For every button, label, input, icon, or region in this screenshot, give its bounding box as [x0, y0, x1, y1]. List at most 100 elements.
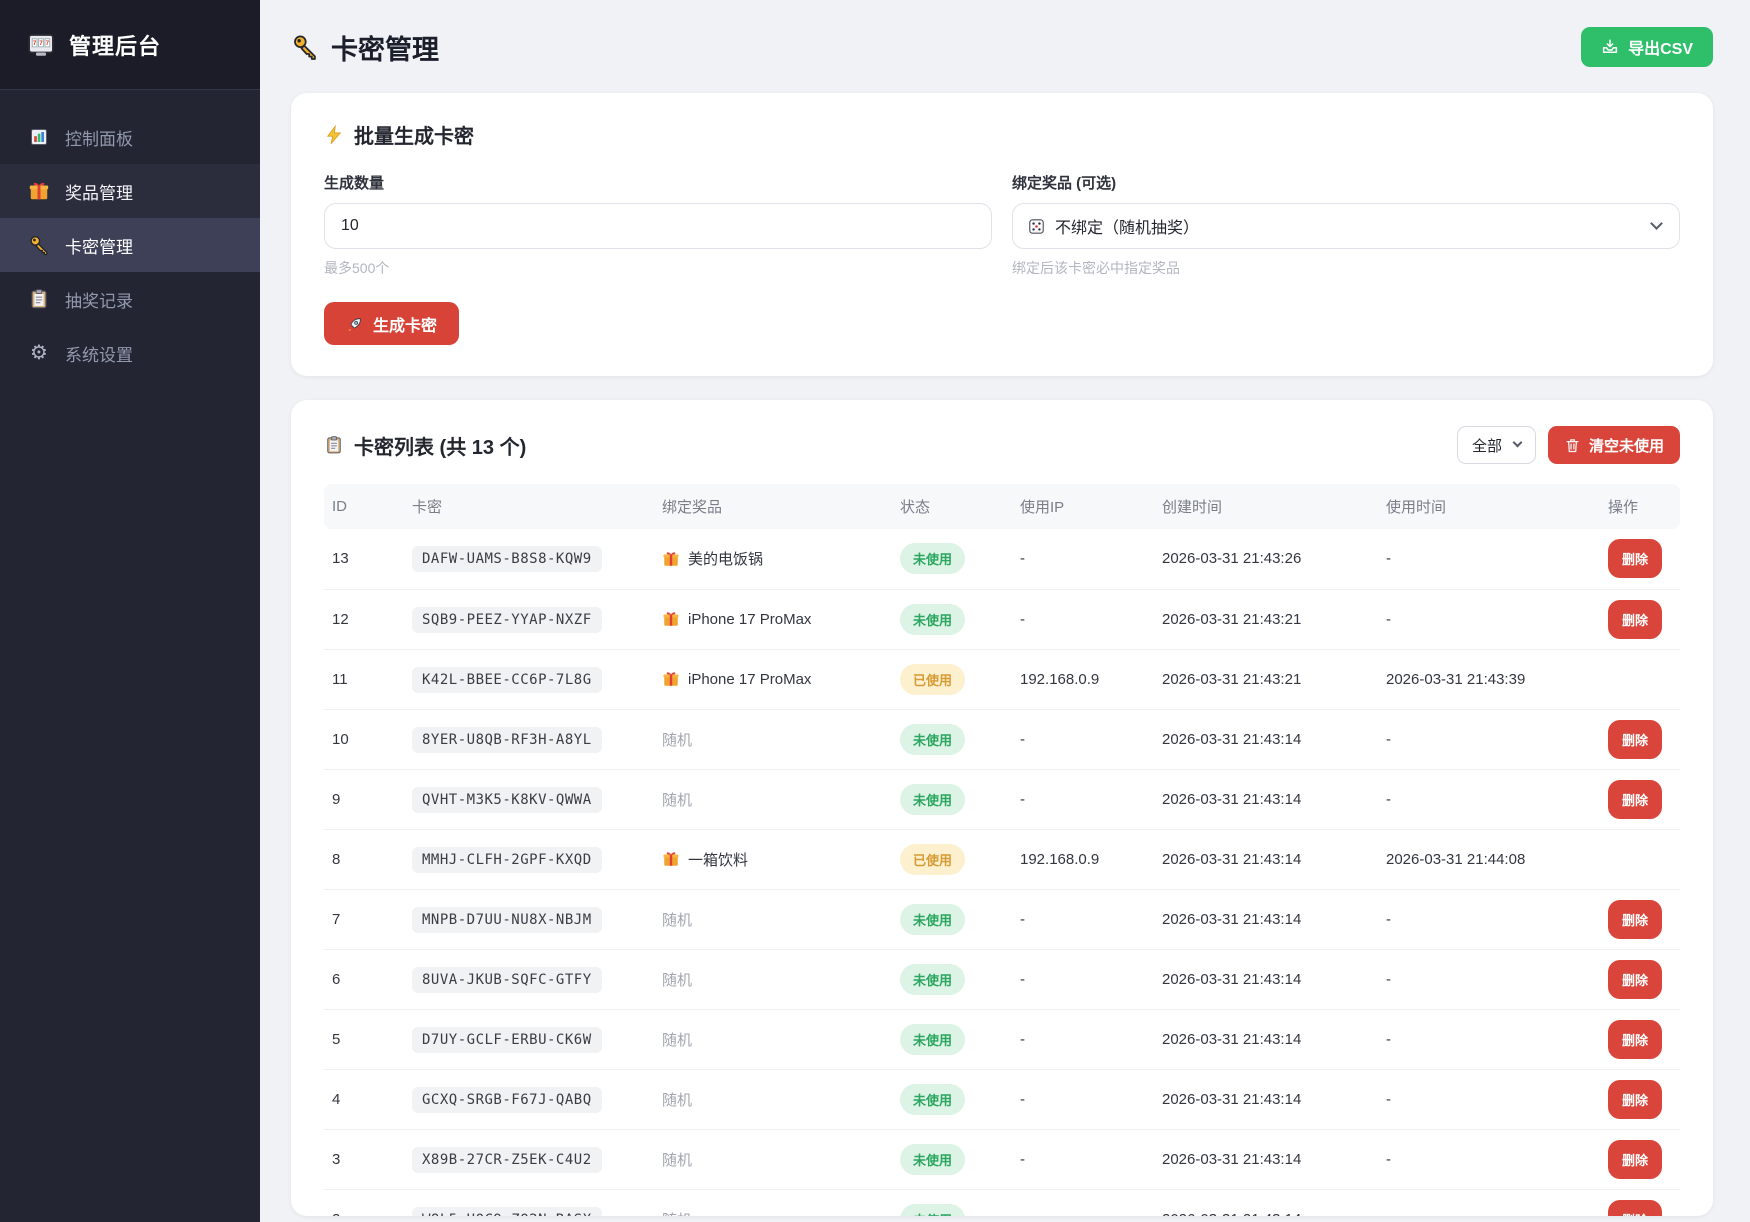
bar-chart-icon — [28, 126, 50, 148]
lightning-icon — [324, 125, 344, 145]
delete-button[interactable]: 删除 — [1608, 600, 1662, 639]
delete-button[interactable]: 删除 — [1608, 720, 1662, 759]
prize-name: 美的电饭锅 — [688, 548, 763, 569]
cell-ip: 192.168.0.9 — [1012, 829, 1154, 889]
svg-text:7: 7 — [33, 40, 37, 47]
cell-used-at: - — [1378, 1189, 1600, 1216]
gift-icon — [28, 180, 50, 202]
prize-name: 随机 — [662, 1212, 692, 1217]
cell-id: 2 — [324, 1189, 404, 1216]
column-header: 使用时间 — [1378, 484, 1600, 529]
cell-status: 未使用 — [892, 1069, 1012, 1129]
card-code: GCXQ-SRGB-F67J-QABQ — [412, 1087, 602, 1113]
svg-text:7: 7 — [46, 40, 50, 47]
cell-status: 未使用 — [892, 889, 1012, 949]
cell-ip: - — [1012, 1069, 1154, 1129]
cell-created: 2026-03-31 21:43:21 — [1154, 589, 1378, 649]
count-input[interactable] — [324, 203, 992, 249]
gift-icon — [662, 550, 680, 568]
delete-button[interactable]: 删除 — [1608, 539, 1662, 578]
table-row: 8MMHJ-CLFH-2GPF-KXQD一箱饮料已使用192.168.0.920… — [324, 829, 1680, 889]
sidebar-item-系统设置[interactable]: ⚙系统设置 — [0, 326, 260, 380]
sidebar-item-奖品管理[interactable]: 奖品管理 — [0, 164, 260, 218]
delete-button[interactable]: 删除 — [1608, 1080, 1662, 1119]
prize-name: 随机 — [662, 1092, 692, 1109]
sidebar-item-抽奖记录[interactable]: 抽奖记录 — [0, 272, 260, 326]
cell-prize: 美的电饭锅 — [654, 529, 892, 589]
delete-button[interactable]: 删除 — [1608, 960, 1662, 999]
cell-actions: 删除 — [1600, 1189, 1680, 1216]
card-code: MMHJ-CLFH-2GPF-KXQD — [412, 847, 602, 873]
prize-bind-select[interactable]: 不绑定（随机抽奖） — [1012, 203, 1680, 249]
cell-status: 未使用 — [892, 1129, 1012, 1189]
cell-prize: 随机 — [654, 889, 892, 949]
prize-bind-value: 不绑定（随机抽奖） — [1055, 214, 1199, 238]
sidebar-item-卡密管理[interactable]: 卡密管理 — [0, 218, 260, 272]
topbar: 卡密管理 导出CSV — [291, 0, 1713, 93]
count-hint: 最多500个 — [324, 258, 992, 278]
prize-name: 随机 — [662, 912, 692, 929]
export-csv-button[interactable]: 导出CSV — [1581, 27, 1713, 67]
page-title: 卡密管理 — [291, 28, 439, 67]
prize-name: 随机 — [662, 792, 692, 809]
delete-button[interactable]: 删除 — [1608, 780, 1662, 819]
prize-name: iPhone 17 ProMax — [688, 671, 811, 688]
card-list-head: 卡密列表 (共 13 个) 全部 清空未使用 — [324, 426, 1680, 464]
cell-actions: 删除 — [1600, 1129, 1680, 1189]
delete-button[interactable]: 删除 — [1608, 1020, 1662, 1059]
sidebar-item-控制面板[interactable]: 控制面板 — [0, 110, 260, 164]
chevron-down-icon — [1513, 438, 1523, 448]
cell-ip: - — [1012, 529, 1154, 589]
cell-status: 未使用 — [892, 1009, 1012, 1069]
table-row: 2W8L5-HQC9-ZQ2N-RASX随机未使用-2026-03-31 21:… — [324, 1189, 1680, 1216]
cell-actions: 删除 — [1600, 889, 1680, 949]
dice-icon — [1027, 217, 1046, 236]
cell-used-at: - — [1378, 1129, 1600, 1189]
page-title-text: 卡密管理 — [331, 28, 439, 67]
cell-used-at: - — [1378, 1009, 1600, 1069]
rocket-icon — [346, 315, 364, 333]
status-badge: 未使用 — [900, 1084, 965, 1115]
cell-created: 2026-03-31 21:43:14 — [1154, 769, 1378, 829]
status-filter-select[interactable]: 全部 — [1457, 426, 1536, 464]
cell-id: 10 — [324, 709, 404, 769]
sidebar-item-label: 卡密管理 — [65, 233, 133, 258]
card-code: W8L5-HQC9-ZQ2N-RASX — [412, 1207, 602, 1217]
cell-created: 2026-03-31 21:43:14 — [1154, 1009, 1378, 1069]
column-header: 使用IP — [1012, 484, 1154, 529]
sidebar-item-label: 抽奖记录 — [65, 287, 133, 312]
app-title: 管理后台 — [69, 29, 161, 61]
cell-status: 未使用 — [892, 769, 1012, 829]
prize-name: 随机 — [662, 732, 692, 749]
card-code: D7UY-GCLF-ERBU-CK6W — [412, 1027, 602, 1053]
cell-created: 2026-03-31 21:43:14 — [1154, 709, 1378, 769]
delete-button[interactable]: 删除 — [1608, 1200, 1662, 1217]
prize-name: 随机 — [662, 972, 692, 989]
cell-actions: 删除 — [1600, 1069, 1680, 1129]
cell-ip: - — [1012, 949, 1154, 1009]
cell-code: MNPB-D7UU-NU8X-NBJM — [404, 889, 654, 949]
batch-generate-title-text: 批量生成卡密 — [354, 120, 474, 149]
delete-button[interactable]: 删除 — [1608, 1140, 1662, 1179]
card-code: MNPB-D7UU-NU8X-NBJM — [412, 907, 602, 933]
status-badge: 未使用 — [900, 904, 965, 935]
column-header: 操作 — [1600, 484, 1680, 529]
cell-code: GCXQ-SRGB-F67J-QABQ — [404, 1069, 654, 1129]
status-badge: 未使用 — [900, 724, 965, 755]
cell-code: X89B-27CR-Z5EK-C4U2 — [404, 1129, 654, 1189]
generate-button[interactable]: 生成卡密 — [324, 302, 459, 345]
cell-actions — [1600, 649, 1680, 709]
cell-used-at: - — [1378, 589, 1600, 649]
clear-unused-button[interactable]: 清空未使用 — [1548, 426, 1680, 464]
clipboard-icon — [28, 288, 50, 310]
download-tray-icon — [1601, 38, 1619, 56]
prize-bind-hint: 绑定后该卡密必中指定奖品 — [1012, 258, 1680, 278]
cell-code: SQB9-PEEZ-YYAP-NXZF — [404, 589, 654, 649]
cell-status: 未使用 — [892, 949, 1012, 1009]
cell-id: 12 — [324, 589, 404, 649]
sidebar-item-label: 奖品管理 — [65, 179, 133, 204]
cell-created: 2026-03-31 21:43:14 — [1154, 1189, 1378, 1216]
app-logo: 777 管理后台 — [0, 0, 260, 90]
delete-button[interactable]: 删除 — [1608, 900, 1662, 939]
cell-ip: 192.168.0.9 — [1012, 649, 1154, 709]
